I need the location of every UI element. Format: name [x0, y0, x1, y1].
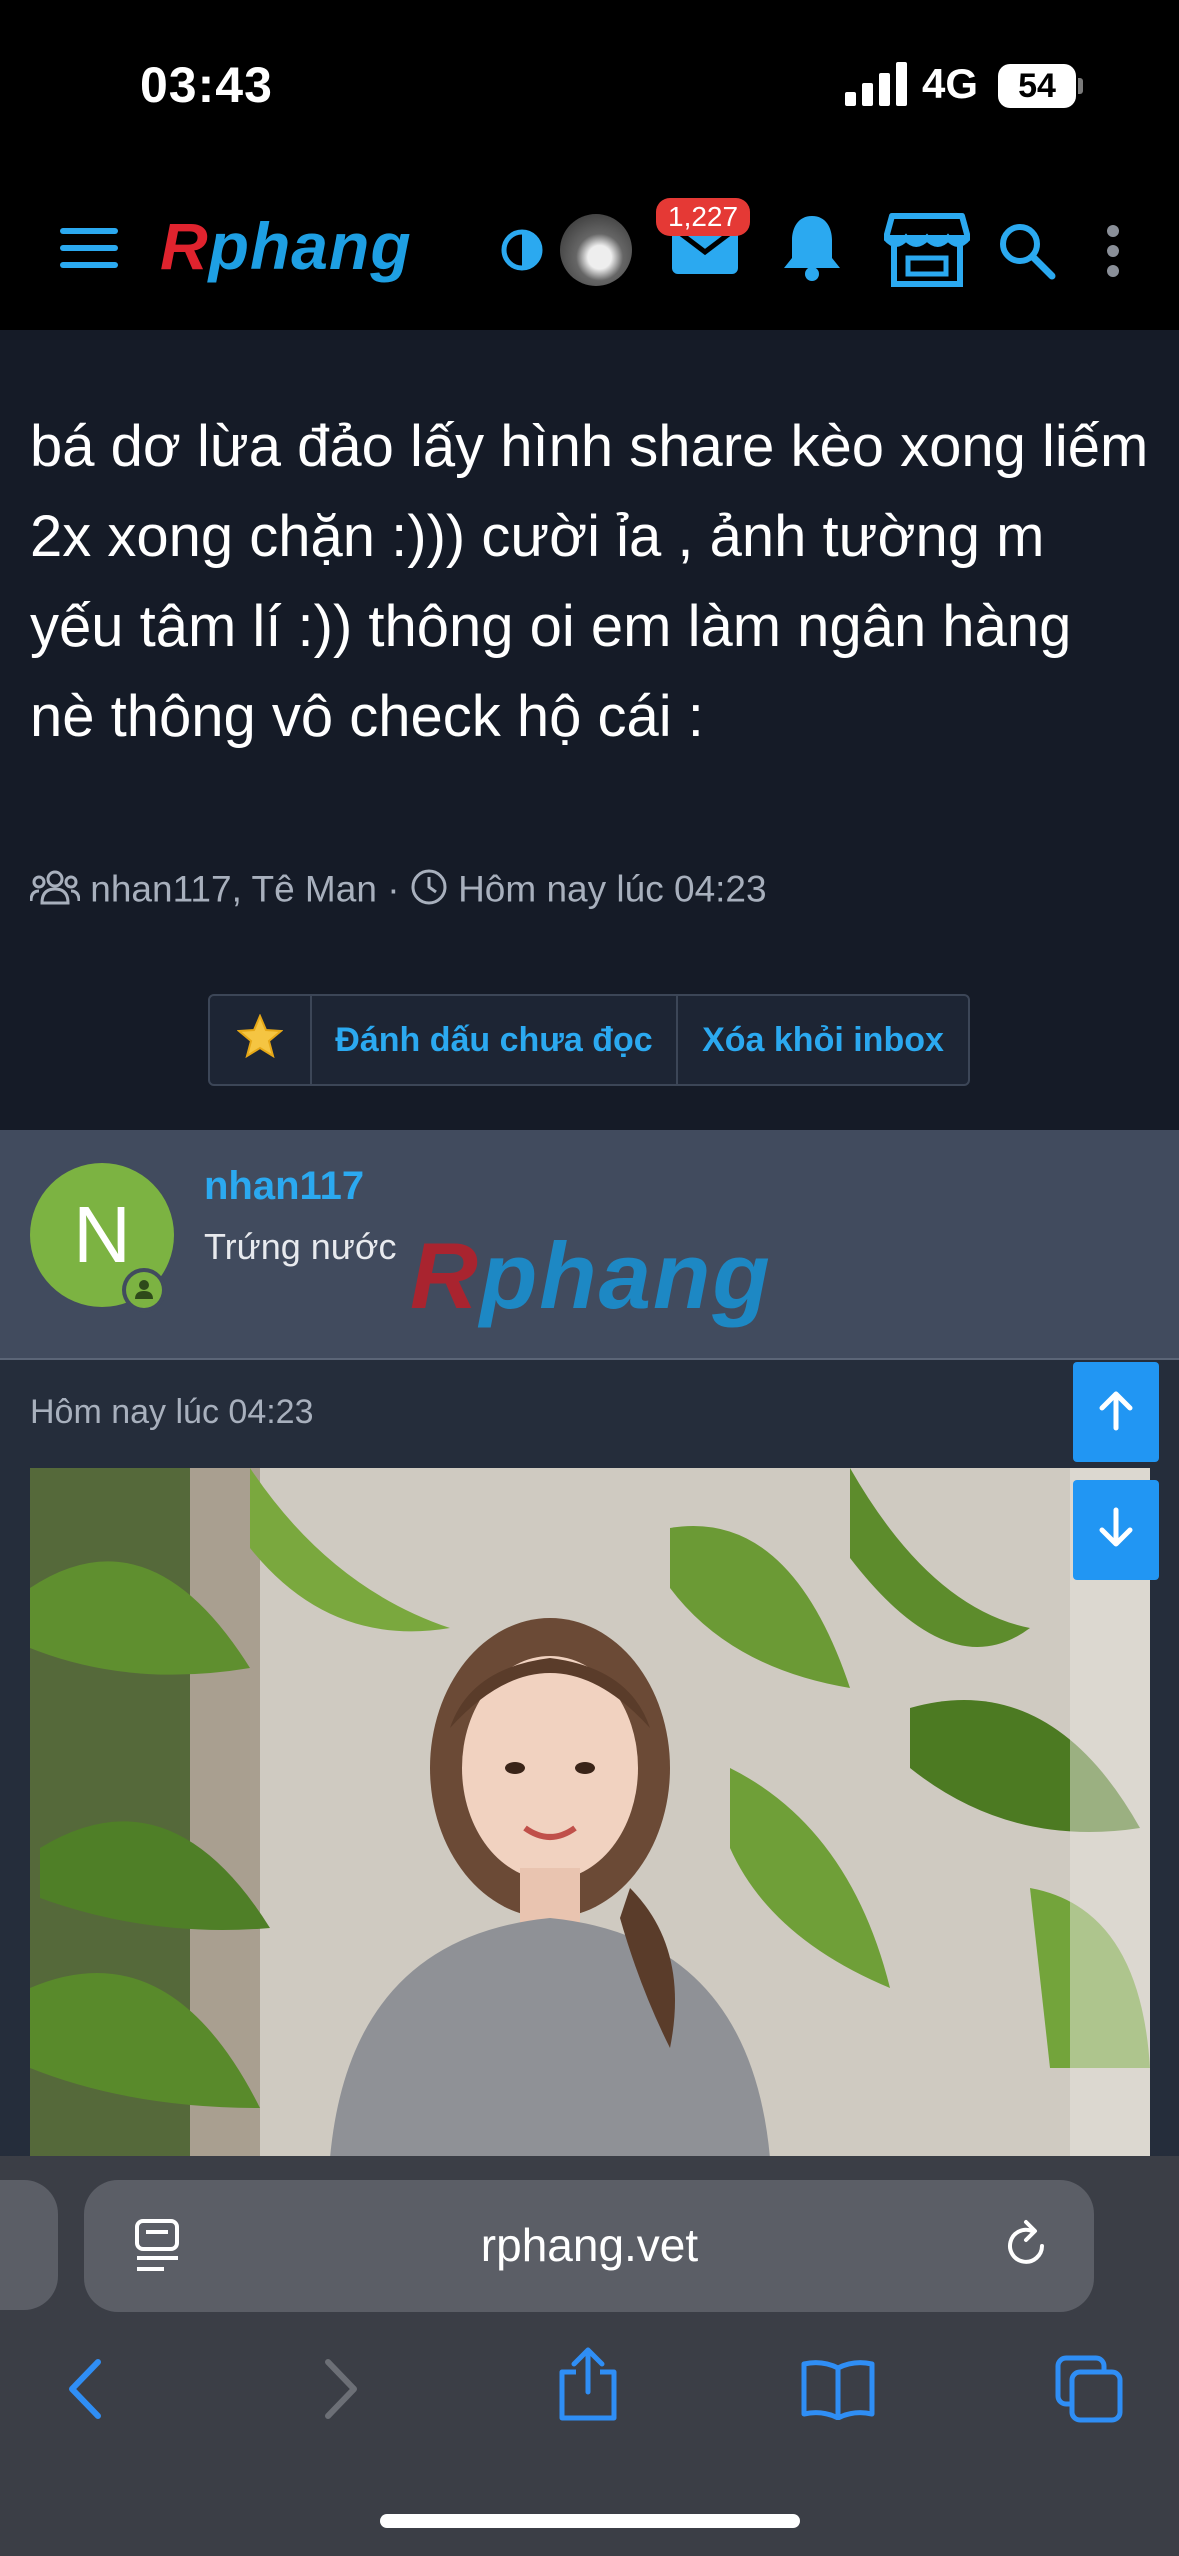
bookmarks-icon[interactable]	[800, 2358, 876, 2425]
remove-inbox-button[interactable]: Xóa khỏi inbox	[678, 996, 968, 1084]
arrow-up-icon	[1094, 1388, 1138, 1437]
watermark-rest: phang	[479, 1223, 772, 1328]
message-date: Hôm nay lúc 04:23	[30, 1393, 314, 1431]
menu-icon[interactable]	[60, 226, 118, 275]
more-options-icon[interactable]	[1106, 224, 1120, 283]
online-status-icon	[122, 1268, 166, 1312]
share-icon[interactable]	[556, 2346, 620, 2427]
back-icon[interactable]	[64, 2358, 104, 2425]
thread-participants[interactable]: nhan117, Tê Man	[90, 868, 377, 909]
clock-icon	[410, 868, 448, 915]
watermark-r: R	[410, 1223, 480, 1328]
network-type: 4G	[922, 60, 979, 107]
scroll-to-top-button[interactable]	[1073, 1362, 1159, 1462]
tabs-icon[interactable]	[1054, 2354, 1124, 2429]
message-username[interactable]: nhan117	[204, 1164, 364, 1209]
reload-icon[interactable]	[1002, 2218, 1052, 2279]
signal-icon	[845, 62, 907, 111]
thread-date: Hôm nay lúc 04:23	[458, 868, 767, 910]
battery-tip	[1078, 78, 1083, 94]
meta-separator: ·	[387, 868, 400, 910]
store-icon[interactable]	[883, 212, 971, 293]
scroll-to-bottom-button[interactable]	[1073, 1480, 1159, 1580]
theme-toggle-icon[interactable]	[500, 228, 544, 277]
attached-photo[interactable]	[30, 1468, 1150, 2158]
photo-illustration	[30, 1468, 1150, 2158]
mark-unread-button[interactable]: Đánh dấu chưa đọc	[312, 996, 678, 1084]
star-icon	[236, 1012, 284, 1067]
message-user-title: Trứng nước	[204, 1226, 397, 1267]
forward-icon[interactable]	[322, 2358, 362, 2425]
arrow-down-icon	[1094, 1506, 1138, 1555]
mail-badge: 1,227	[656, 198, 751, 236]
bell-icon[interactable]	[782, 212, 842, 287]
thread-meta: nhan117, Tê Man · Hôm nay lúc 04:23	[29, 868, 767, 915]
site-logo[interactable]: Rphang	[160, 208, 412, 284]
logo-rest: phang	[208, 209, 412, 283]
home-indicator	[380, 2514, 800, 2528]
thread-title: bá dơ lừa đảo lấy hình share kèo xong li…	[30, 414, 1149, 749]
logo-r: R	[160, 209, 209, 283]
participants-icon	[29, 869, 81, 914]
battery-icon: 54	[998, 64, 1076, 108]
thread-action-buttons: Đánh dấu chưa đọc Xóa khỏi inbox	[208, 994, 970, 1086]
search-icon[interactable]	[998, 222, 1056, 285]
status-time: 03:43	[140, 57, 273, 113]
star-button[interactable]	[210, 996, 312, 1084]
site-watermark: Rphang	[410, 1222, 772, 1330]
user-avatar-header[interactable]	[560, 214, 632, 286]
